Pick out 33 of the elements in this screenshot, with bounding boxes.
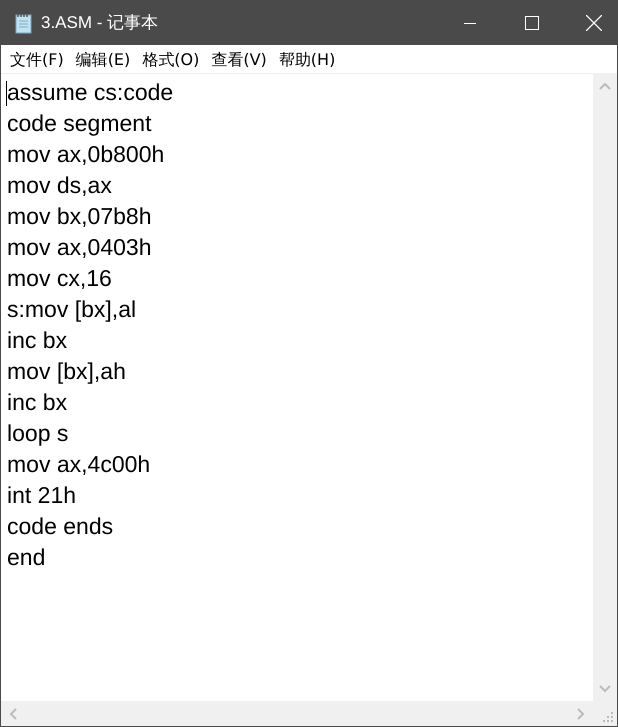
code-line: mov cx,16 [7,264,113,293]
window-title: 3.ASM - 记事本 [41,12,158,34]
code-line: assume cs:code [7,78,174,107]
code-line: code segment [7,109,152,138]
code-line: int 21h [7,481,78,510]
menu-item[interactable]: 格式(O) [136,44,206,74]
code-line: mov bx,07b8h [7,202,152,231]
code-line: end [7,543,46,572]
code-line: mov ax,4c00h [7,450,152,479]
code-line: s:mov [bx],al [7,295,138,324]
maximize-icon[interactable] [525,16,539,30]
code-line: mov ax,0403h [7,233,152,262]
scroll-left-icon[interactable] [9,708,17,720]
vertical-scrollbar[interactable] [593,74,617,701]
scroll-right-icon[interactable] [577,708,585,720]
menu-item[interactable]: 查看(V) [205,44,273,74]
scroll-up-icon[interactable] [599,82,611,90]
text-cursor [6,81,7,106]
code-line: inc bx [7,388,68,417]
code-line: inc bx [7,326,68,355]
code-line: code ends [7,512,114,541]
close-icon[interactable] [586,15,602,31]
menu-item[interactable]: 编辑(E) [70,44,136,74]
code-line: mov ax,0b800h [7,140,166,169]
size-grip-icon[interactable] [602,711,614,723]
code-line: mov ds,ax [7,171,113,200]
scroll-down-icon[interactable] [599,685,611,693]
notepad-icon [13,12,33,34]
horizontal-scrollbar[interactable] [1,701,593,726]
code-line: mov [bx],ah [7,357,127,386]
menu-item[interactable]: 文件(F) [4,44,70,74]
menu-item[interactable]: 帮助(H) [272,44,342,74]
code-line: loop s [7,419,70,448]
